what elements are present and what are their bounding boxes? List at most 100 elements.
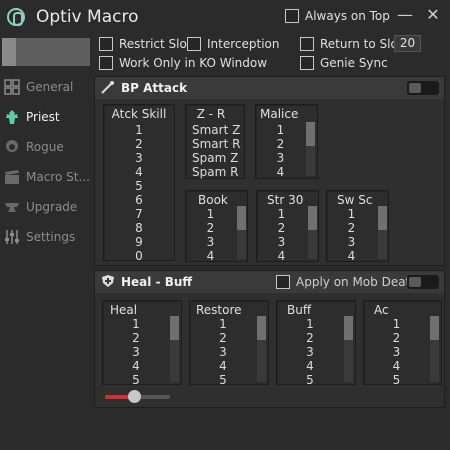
list-item[interactable]: 1 — [277, 123, 285, 137]
interception-checkbox[interactable]: Interception — [187, 37, 280, 51]
buff-list[interactable]: Buff 1 2 3 4 5 — [276, 300, 356, 387]
list-item[interactable]: 2 — [135, 137, 143, 151]
return-to-slot-checkbox[interactable]: Return to Slot — [300, 37, 403, 51]
return-slot-input[interactable]: 20 — [394, 35, 421, 52]
heal-buff-toggle[interactable] — [407, 275, 439, 289]
list-item[interactable]: 3 — [393, 345, 401, 359]
apply-on-mob-death-checkbox[interactable]: Apply on Mob Death — [276, 275, 418, 289]
list-item[interactable]: 1 — [348, 207, 356, 221]
list-item[interactable]: 9 — [135, 235, 143, 249]
checkbox-box[interactable] — [276, 275, 290, 289]
list-item[interactable]: 4 — [135, 165, 143, 179]
list-item[interactable]: 2 — [393, 331, 401, 345]
sidebar-item-upgrade[interactable]: Upgrade — [4, 196, 92, 218]
list-item[interactable]: Smart R — [192, 137, 240, 151]
checkbox-box[interactable] — [99, 37, 113, 51]
list-item[interactable]: Spam R — [192, 165, 238, 179]
color-swatch[interactable] — [2, 38, 90, 66]
list-item[interactable]: 3 — [219, 345, 227, 359]
book-list[interactable]: Book 1 2 3 4 — [185, 190, 248, 263]
list-item[interactable]: 2 — [207, 221, 215, 235]
checkbox-box[interactable] — [300, 56, 314, 70]
atck-skill-list[interactable]: Atck Skill 1 2 3 4 5 6 7 8 9 0 — [103, 104, 175, 263]
checkbox-box[interactable] — [285, 9, 299, 23]
list-item[interactable]: 5 — [135, 179, 143, 193]
heal-list[interactable]: Heal 1 2 3 4 5 — [102, 300, 182, 387]
list-item[interactable]: 3 — [277, 151, 285, 165]
list-item[interactable]: 4 — [132, 359, 140, 373]
list-item[interactable]: Spam Z — [192, 151, 238, 165]
list-item[interactable]: 2 — [277, 137, 285, 151]
genie-sync-checkbox[interactable]: Genie Sync — [300, 56, 388, 70]
scrollbar[interactable] — [378, 206, 387, 259]
list-item[interactable]: 7 — [135, 207, 143, 221]
list-item[interactable]: 3 — [132, 345, 140, 359]
list-item[interactable]: 2 — [132, 331, 140, 345]
ko-window-checkbox[interactable]: Work Only in KO Window — [99, 56, 267, 70]
sidebar-item-rogue[interactable]: Rogue — [4, 136, 92, 158]
sidebar-item-macro-studio[interactable]: Macro St... — [4, 166, 92, 188]
list-item[interactable]: Smart Z — [192, 123, 240, 137]
list-item[interactable]: 4 — [207, 249, 215, 263]
list-item[interactable]: 1 — [135, 123, 143, 137]
list-item[interactable]: 6 — [135, 193, 143, 207]
scrollbar[interactable] — [306, 122, 315, 176]
list-item[interactable]: 2 — [306, 331, 314, 345]
list-item[interactable]: 4 — [278, 249, 286, 263]
list-item[interactable]: 8 — [135, 221, 143, 235]
list-item[interactable]: 3 — [306, 345, 314, 359]
list-item[interactable]: 4 — [348, 249, 356, 263]
checkbox-box[interactable] — [99, 56, 113, 70]
bp-attack-toggle[interactable] — [407, 81, 439, 95]
list-item[interactable]: 1 — [207, 207, 215, 221]
rogue-icon — [4, 139, 20, 155]
list-item[interactable]: 3 — [278, 235, 286, 249]
list-item[interactable]: 1 — [132, 317, 140, 331]
z-r-list[interactable]: Z - R Smart Z Smart R Spam Z Spam R — [185, 104, 245, 179]
malice-list[interactable]: Malice 1 2 3 4 — [255, 104, 318, 179]
list-item[interactable]: 5 — [306, 373, 314, 387]
list-item[interactable]: 4 — [277, 165, 285, 179]
scrollbar[interactable] — [257, 316, 266, 382]
scrollbar[interactable] — [430, 316, 439, 382]
list-item[interactable]: 5 — [393, 373, 401, 387]
list-title: Str 30 — [267, 193, 304, 207]
list-item[interactable]: 5 — [219, 373, 227, 387]
bp-attack-panel: BP Attack Atck Skill 1 2 3 4 5 6 7 8 9 0… — [94, 76, 445, 266]
always-on-top-checkbox[interactable]: Always on Top — [285, 9, 390, 23]
restrict-slot-checkbox[interactable]: Restrict Slot — [99, 37, 192, 51]
scrollbar[interactable] — [237, 206, 246, 259]
sidebar-item-label: Priest — [26, 110, 60, 124]
list-item[interactable]: 3 — [348, 235, 356, 249]
ac-list[interactable]: Ac 1 2 3 4 5 — [363, 300, 442, 387]
close-button[interactable]: ✕ — [423, 6, 443, 26]
scrollbar[interactable] — [170, 316, 179, 382]
checkbox-box[interactable] — [300, 37, 314, 51]
minimize-button[interactable]: — — [395, 6, 415, 26]
scrollbar[interactable] — [308, 206, 317, 259]
list-item[interactable]: 2 — [348, 221, 356, 235]
genie-sync-label: Genie Sync — [320, 56, 388, 70]
sidebar-item-general[interactable]: General — [4, 76, 92, 98]
str30-list[interactable]: Str 30 1 2 3 4 — [256, 190, 319, 263]
list-item[interactable]: 4 — [306, 359, 314, 373]
list-item[interactable]: 1 — [278, 207, 286, 221]
list-item[interactable]: 2 — [278, 221, 286, 235]
list-item[interactable]: 5 — [132, 373, 140, 387]
list-item[interactable]: 4 — [219, 359, 227, 373]
sidebar-item-priest[interactable]: Priest — [4, 106, 92, 128]
heal-threshold-slider[interactable] — [105, 390, 170, 403]
list-item[interactable]: 3 — [207, 235, 215, 249]
list-item[interactable]: 1 — [393, 317, 401, 331]
list-item[interactable]: 1 — [219, 317, 227, 331]
list-item[interactable]: 3 — [135, 151, 143, 165]
list-item[interactable]: 2 — [219, 331, 227, 345]
list-item[interactable]: 1 — [306, 317, 314, 331]
list-item[interactable]: 4 — [393, 359, 401, 373]
scrollbar[interactable] — [344, 316, 353, 382]
restore-list[interactable]: Restore 1 2 3 4 5 — [189, 300, 269, 387]
sw-sc-list[interactable]: Sw Sc 1 2 3 4 — [326, 190, 389, 263]
sidebar-item-settings[interactable]: Settings — [4, 226, 92, 248]
list-item[interactable]: 0 — [135, 249, 143, 263]
checkbox-box[interactable] — [187, 37, 201, 51]
